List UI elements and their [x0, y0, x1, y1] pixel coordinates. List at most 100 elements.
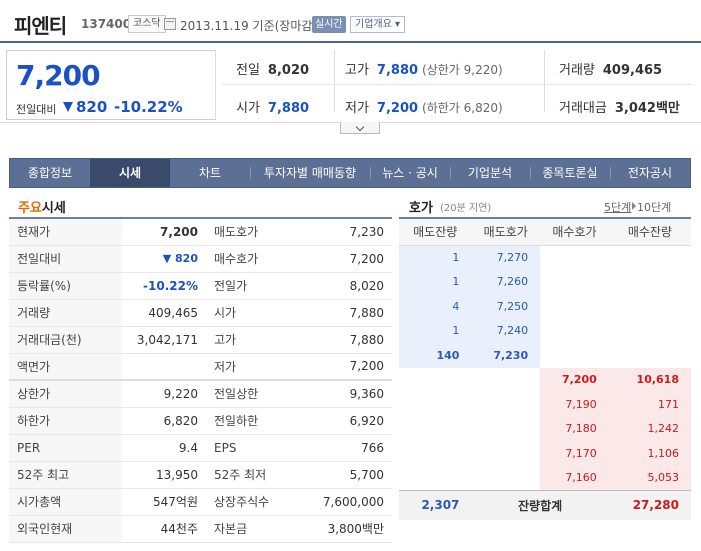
table-header-row: 매도잔량 매도호가 매수호가 매수잔량: [399, 218, 691, 246]
row-label: 매도호가: [206, 218, 304, 246]
table-row: 외국인현재 44천주 자본금 3,800백만: [9, 515, 392, 543]
row-label: 거래대금(천): [9, 326, 122, 354]
prev-close-label: 전일: [236, 63, 260, 78]
table-row: 하한가 6,820 전일하한 6,920: [9, 407, 392, 435]
low-value: 7,200: [376, 101, 419, 116]
prev-compare-label: 전일대비: [16, 103, 57, 116]
table-row: 현재가 7,200 매도호가 7,230: [9, 218, 392, 246]
section-title-quote: 주요시세: [18, 197, 66, 216]
amount-value: 3,042: [614, 101, 656, 116]
volume-cell: 거래량 409,465: [559, 59, 662, 79]
ask-price: 7,230: [471, 343, 541, 368]
row-value: 7,880: [304, 299, 392, 327]
down-arrow-icon: [63, 102, 73, 112]
lower-limit: (하한가 6,820): [422, 101, 503, 115]
row-label: 시가: [206, 299, 304, 327]
ask-row: 1 7,260: [399, 269, 691, 294]
tab-investor-trend[interactable]: 투자자별 매매동향: [250, 159, 370, 187]
expand-toggle[interactable]: [340, 122, 380, 134]
open-label: 시가: [236, 101, 260, 116]
ask-price: 7,260: [471, 269, 541, 294]
row-value: 7,200: [122, 218, 206, 246]
table-row: 등락률(%) -10.22% 전일가 8,020: [9, 272, 392, 300]
upper-limit: (상한가 9,220): [422, 63, 503, 77]
row-label: 등락률(%): [9, 272, 122, 300]
row-label: 전일가: [206, 272, 304, 300]
price-change-pct: -10.22%: [114, 98, 183, 116]
high-value: 7,880: [376, 63, 419, 78]
row-value: 3,800백만: [304, 515, 392, 543]
row-value: 8,020: [304, 272, 392, 300]
row-value: -10.22%: [122, 272, 206, 300]
row-label: 시가총액: [9, 488, 122, 516]
prev-close-cell: 전일 8,020: [236, 59, 309, 79]
step-10-link[interactable]: 10단계: [637, 199, 671, 215]
total-row: 2,307 잔량합계 27,280: [399, 489, 691, 520]
bid-price: 7,170: [540, 441, 609, 466]
calendar-icon: [164, 18, 176, 30]
row-label: 저가: [206, 353, 304, 381]
amount-cell: 거래대금 3,042백만: [559, 97, 680, 117]
row-label: 고가: [206, 326, 304, 354]
ask-quantity: 140: [399, 343, 472, 368]
ask-price: 7,240: [471, 318, 541, 343]
company-overview-dropdown[interactable]: 기업개요 ▾: [350, 16, 405, 33]
tab-quote[interactable]: 시세: [90, 159, 170, 187]
stock-header: 피엔티 137400 코스닥 2013.11.19 기준(장마감) 실시간 기업…: [0, 0, 701, 43]
step-5-link[interactable]: 5단계: [604, 199, 631, 215]
ask-quantity: 4: [399, 294, 472, 319]
prev-close-value: 8,020: [267, 63, 310, 78]
tab-summary[interactable]: 종합정보: [10, 159, 90, 187]
ask-price: 7,250: [471, 294, 541, 319]
row-label: 52주 최고: [9, 461, 122, 489]
ask-row: 140 7,230: [399, 343, 691, 368]
row-label: 52주 최저: [206, 461, 304, 489]
realtime-button[interactable]: 실시간: [312, 16, 346, 33]
row-label: 상한가: [9, 379, 122, 408]
bid-row: 7,170 1,106: [399, 441, 691, 466]
row-value: ▼ 820: [122, 245, 206, 273]
stock-code: 137400: [81, 17, 132, 31]
orderbook-title: 호가: [409, 201, 433, 216]
price-change: 820: [76, 98, 108, 116]
bid-row: 7,160 5,053: [399, 465, 691, 490]
bid-price: 7,190: [540, 392, 609, 417]
divider: [544, 50, 545, 112]
table-row: 전일대비 ▼ 820 매수호가 7,200: [9, 245, 392, 273]
bid-quantity: 1,106: [608, 441, 691, 466]
ask-quantity: 1: [399, 318, 472, 343]
row-label: EPS: [206, 434, 304, 462]
divider: [222, 84, 692, 85]
tab-discussion[interactable]: 종목토론실: [530, 159, 610, 187]
quote-table: 현재가 7,200 매도호가 7,230 전일대비 ▼ 820 매수호가 7,2…: [9, 217, 392, 543]
tab-analysis[interactable]: 기업분석: [450, 159, 530, 187]
row-value: 9.4: [122, 434, 206, 462]
row-value: 7,200: [304, 245, 392, 273]
open-cell: 시가 7,880: [236, 97, 309, 117]
orderbook-delay-note: (20분 지연): [440, 203, 492, 214]
row-label: 자본금: [206, 515, 304, 543]
triangle-right-icon: [632, 202, 636, 210]
table-row: 거래량 409,465 시가 7,880: [9, 299, 392, 327]
bid-price: 7,180: [540, 416, 609, 441]
tab-news[interactable]: 뉴스 · 공시: [370, 159, 450, 187]
tab-chart[interactable]: 차트: [170, 159, 250, 187]
current-price-box: 7,200 전일대비 820 -10.22%: [6, 50, 216, 120]
row-value: 547억원: [122, 488, 206, 516]
row-label: PER: [9, 434, 122, 462]
row-label: 매수호가: [206, 245, 304, 273]
high-label: 고가: [345, 63, 369, 78]
row-label: 액면가: [9, 353, 122, 381]
ask-price: 7,270: [471, 245, 541, 270]
volume-value: 409,465: [602, 63, 663, 78]
ask-row: 4 7,250: [399, 294, 691, 319]
tab-disclosure[interactable]: 전자공시: [610, 159, 690, 187]
stock-name: 피엔티: [14, 14, 67, 38]
column-header: 매도호가: [471, 218, 541, 246]
total-ask: 2,307: [399, 489, 472, 520]
amount-label: 거래대금: [559, 101, 607, 116]
ask-quantity: 1: [399, 245, 472, 270]
row-value: 9,220: [122, 379, 206, 408]
ask-row: 1 7,270: [399, 245, 691, 270]
amount-unit: 백만: [655, 101, 680, 116]
